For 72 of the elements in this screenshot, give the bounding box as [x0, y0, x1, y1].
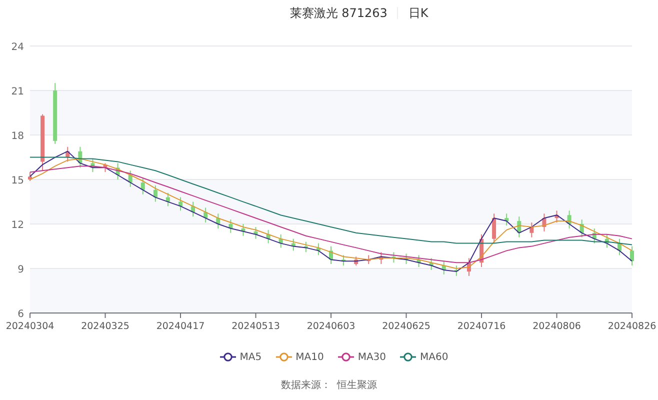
- candlestick: [542, 213, 546, 232]
- stock-title: 莱赛激光 871263: [290, 4, 388, 22]
- legend-label: MA5: [240, 352, 262, 362]
- candlestick: [530, 222, 534, 238]
- candlestick: [178, 196, 182, 212]
- candlestick: [429, 258, 434, 270]
- candlestick: [442, 260, 446, 275]
- candlestick: [66, 146, 70, 162]
- candlestick: [354, 256, 358, 266]
- axis-label: 6: [18, 309, 24, 320]
- candlestick: [404, 253, 408, 265]
- candlestick: [128, 170, 132, 188]
- candlestick: [329, 246, 333, 265]
- axis-label: 20240325: [81, 321, 130, 332]
- candlestick: [567, 210, 572, 229]
- candlestick: [291, 238, 296, 252]
- candlestick: [40, 114, 45, 172]
- axis-label: 9: [18, 264, 24, 276]
- candlestick: [492, 213, 496, 244]
- candlestick: [392, 252, 396, 264]
- candlestick: [454, 265, 458, 276]
- candlestick: [140, 178, 145, 195]
- candlestick: [517, 216, 522, 238]
- candlestick: [204, 207, 208, 224]
- candlestick: [53, 82, 58, 144]
- candlestick: [78, 146, 82, 168]
- candlestick: [630, 246, 634, 266]
- axis-label: 15: [11, 176, 24, 186]
- candlestick: [617, 238, 622, 256]
- candlestick: [103, 162, 108, 173]
- axis-label: 20240625: [382, 321, 430, 332]
- candlestick: [554, 210, 559, 224]
- candlestick: [580, 219, 584, 238]
- candlestick: [316, 242, 320, 256]
- axis-label: 12: [11, 220, 24, 231]
- legend-label: MA10: [296, 352, 324, 362]
- candlestick: [90, 158, 95, 173]
- period-label: 日K: [408, 4, 428, 22]
- candlestick: [366, 254, 371, 265]
- candlestick: [342, 254, 346, 266]
- candlestick: [278, 234, 283, 248]
- axis-label: 24: [11, 42, 24, 53]
- candlestick: [191, 201, 196, 218]
- axis-label: 21: [11, 86, 24, 98]
- source-note: 数据来源： 恒生聚源: [280, 378, 378, 392]
- candlestick: [379, 252, 384, 265]
- candlestick: [604, 234, 609, 248]
- candlestick: [416, 254, 421, 268]
- axis-label: 20240716: [457, 321, 506, 332]
- axis-label: 20240603: [306, 321, 356, 332]
- candlestick: [153, 184, 158, 202]
- axis-label: 20240417: [156, 321, 205, 332]
- candlestick: [480, 234, 484, 268]
- candlestick: [254, 226, 258, 240]
- candlestick: [116, 162, 120, 180]
- candlestick: [466, 258, 471, 276]
- axis-label: 20240826: [608, 321, 656, 332]
- candlestick: [592, 228, 596, 244]
- candlestick: [228, 219, 233, 234]
- candlestick: [166, 192, 170, 207]
- candlestick: [266, 229, 270, 244]
- candlestick: [504, 213, 509, 226]
- legend-label: MA30: [358, 352, 386, 362]
- candlestick: [28, 172, 32, 182]
- candlestick: [304, 241, 308, 253]
- candlestick: [216, 213, 220, 229]
- axis-label: 20240513: [232, 321, 280, 332]
- legend-label: MA60: [420, 352, 448, 362]
- axis-label: 20240806: [532, 321, 581, 332]
- axis-label: 18: [11, 131, 24, 142]
- axis-label: 20240304: [6, 321, 54, 332]
- candlestick: [241, 224, 246, 236]
